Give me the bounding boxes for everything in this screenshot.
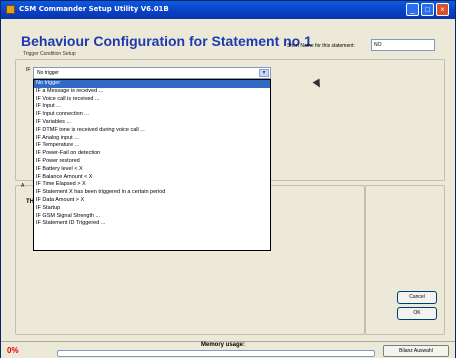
app-icon (6, 5, 15, 14)
trigger-condition-value: No trigger (37, 70, 59, 76)
trigger-condition-dropdown: No trigger IF a Message is received ... … (33, 79, 271, 251)
memory-usage-label: Memory usage: (201, 342, 246, 348)
memory-percent: 0% (7, 346, 19, 355)
short-name-label: Short Name for this statement: (287, 43, 355, 49)
dropdown-item[interactable]: IF Battery level < X (34, 166, 270, 174)
short-name-input[interactable]: NO (371, 39, 435, 51)
dropdown-item[interactable]: IF Temperature ... (34, 142, 270, 150)
dropdown-item[interactable]: IF Power-Fail on detection (34, 150, 270, 158)
page-title: Behaviour Configuration for Statement no… (21, 33, 312, 49)
if-label: IF (26, 67, 31, 73)
dropdown-item[interactable]: IF DTMF tone is received during voice ca… (34, 127, 270, 135)
dropdown-item[interactable]: No trigger (34, 80, 270, 88)
action-side-label: A (21, 183, 25, 189)
dropdown-item[interactable]: IF GSM Signal Strength ... (34, 213, 270, 221)
dropdown-item[interactable]: IF Analog input ... (34, 135, 270, 143)
maximize-button[interactable]: □ (421, 3, 434, 16)
dropdown-item[interactable]: IF Statement X has been triggered in a c… (34, 189, 270, 197)
dropdown-item[interactable]: IF Input connection ... (34, 111, 270, 119)
trigger-condition-select[interactable]: No trigger ▾ (33, 67, 271, 79)
page-subtitle: Trigger Condition Setup (23, 51, 76, 57)
memory-progress-bar (57, 350, 375, 357)
then-side-label: TH (26, 199, 34, 205)
dropdown-item[interactable]: IF Balance Amount < X (34, 174, 270, 182)
status-button[interactable]: Bilanz Auswahl (383, 345, 449, 357)
cancel-button[interactable]: Cancel (397, 291, 437, 304)
dropdown-item[interactable]: IF Input ... (34, 103, 270, 111)
window-title: CSM Commander Setup Utility V6.01B (19, 5, 169, 13)
dropdown-item[interactable]: IF Startup (34, 205, 270, 213)
ok-button[interactable]: OK (397, 307, 437, 320)
dropdown-item[interactable]: IF Voice call is received ... (34, 96, 270, 104)
dropdown-item[interactable]: IF Variables ... (34, 119, 270, 127)
dropdown-item[interactable]: IF Statement ID Triggered ... (34, 220, 270, 228)
title-bar: CSM Commander Setup Utility V6.01B _ □ × (1, 1, 455, 19)
close-button[interactable]: × (436, 3, 449, 16)
dropdown-item[interactable]: IF Time Elapsed > X (34, 181, 270, 189)
dropdown-item[interactable]: IF Data Amount > X (34, 197, 270, 205)
minimize-button[interactable]: _ (406, 3, 419, 16)
chevron-down-icon[interactable]: ▾ (259, 69, 269, 77)
app-window: CSM Commander Setup Utility V6.01B _ □ ×… (0, 0, 456, 358)
dropdown-item[interactable]: IF a Message is received ... (34, 88, 270, 96)
dropdown-item[interactable]: IF Power restored (34, 158, 270, 166)
status-bar: 0% Memory usage: Bilanz Auswahl (1, 341, 455, 358)
